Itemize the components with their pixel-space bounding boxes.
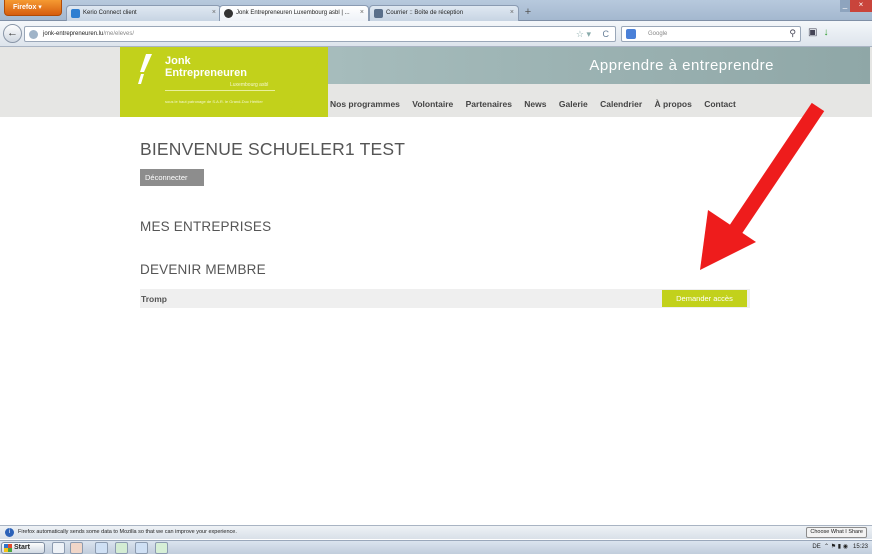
logo-divider bbox=[165, 90, 275, 91]
site-logo[interactable]: Jonk Entrepreneuren Luxembourg asbl sous… bbox=[120, 47, 328, 117]
tab-label: Jonk Entrepreneuren Luxembourg asbl | ..… bbox=[236, 10, 350, 16]
excel-icon[interactable] bbox=[115, 542, 128, 554]
logo-text-luxembourg: Luxembourg asbl bbox=[230, 82, 269, 88]
browser-tab-bar: Firefox ▾ Kerio Connect client × Jonk En… bbox=[0, 0, 872, 21]
close-icon[interactable]: × bbox=[510, 9, 514, 16]
logo-tagline: sous le haut patronage de S.A.R. le Gran… bbox=[165, 99, 263, 104]
nav-news[interactable]: News bbox=[524, 99, 546, 109]
company-row: Tromp Demander accès bbox=[140, 289, 750, 308]
tab-kerio[interactable]: Kerio Connect client × bbox=[66, 5, 221, 21]
nav-volontaire[interactable]: Volontaire bbox=[412, 99, 453, 109]
tab-label: Courrier :: Boîte de réception bbox=[386, 10, 464, 16]
tab-courrier[interactable]: Courrier :: Boîte de réception × bbox=[369, 5, 519, 21]
nav-calendrier[interactable]: Calendrier bbox=[600, 99, 642, 109]
search-icon[interactable]: ⚲ bbox=[789, 28, 796, 39]
nav-a-propos[interactable]: À propos bbox=[655, 99, 692, 109]
info-icon: i bbox=[5, 528, 14, 537]
company-name: Tromp bbox=[141, 294, 167, 304]
notification-text: Firefox automatically sends some data to… bbox=[18, 529, 237, 535]
tagline-band: Apprendre à entreprendre bbox=[328, 47, 870, 84]
page-title: BIENVENUE SCHUELER1 TEST bbox=[140, 139, 406, 159]
tab-jonk[interactable]: Jonk Entrepreneuren Luxembourg asbl | ..… bbox=[219, 5, 369, 21]
windows-logo-icon bbox=[4, 544, 12, 552]
language-indicator[interactable]: DE bbox=[812, 544, 820, 550]
navigation-toolbar: ← jonk-entrepreneuren.lu/me/eleves/ ☆ ▾ … bbox=[0, 21, 872, 47]
minimize-button[interactable]: _ bbox=[840, 0, 850, 12]
firefox-taskbar-icon[interactable] bbox=[70, 542, 83, 554]
reload-icon[interactable]: C bbox=[603, 29, 610, 39]
close-window-button[interactable]: × bbox=[850, 0, 872, 12]
red-arrow-annotation bbox=[700, 102, 825, 270]
notification-bar: i Firefox automatically sends some data … bbox=[0, 525, 872, 539]
toolbar-icons: ▣↓ bbox=[808, 27, 834, 38]
explorer-icon[interactable] bbox=[52, 542, 65, 554]
new-tab-button[interactable]: + bbox=[521, 6, 535, 20]
start-button[interactable]: Start bbox=[1, 542, 45, 554]
url-path: /me/eleves/ bbox=[103, 31, 135, 37]
search-placeholder: Google bbox=[648, 31, 668, 37]
outlook-icon[interactable] bbox=[135, 542, 148, 554]
logout-button[interactable]: Déconnecter bbox=[140, 169, 204, 186]
close-icon[interactable]: × bbox=[212, 9, 216, 16]
system-tray: DE ⌃ ⚑ ▮ ◉ 15:23 bbox=[812, 544, 868, 550]
clock[interactable]: 15:23 bbox=[853, 544, 868, 550]
back-button[interactable]: ← bbox=[3, 24, 22, 43]
start-label: Start bbox=[14, 544, 30, 551]
site-favicon-icon bbox=[224, 9, 233, 18]
mail-icon bbox=[374, 9, 383, 18]
windows-taskbar: Start DE ⌃ ⚑ ▮ ◉ 15:23 bbox=[0, 540, 872, 554]
screen: Firefox ▾ Kerio Connect client × Jonk En… bbox=[0, 0, 872, 554]
download-icon[interactable]: ↓ bbox=[823, 27, 834, 38]
search-bar[interactable]: Google ⚲ bbox=[621, 26, 801, 42]
main-navigation: Nos programmes Volontaire Partenaires Ne… bbox=[330, 99, 746, 109]
section-title-entreprises: MES ENTREPRISES bbox=[140, 219, 272, 234]
logo-text-jonk: Jonk bbox=[165, 55, 191, 67]
bookmarks-icon[interactable]: ▣ bbox=[808, 27, 823, 38]
nav-nos-programmes[interactable]: Nos programmes bbox=[330, 99, 400, 109]
nav-galerie[interactable]: Galerie bbox=[559, 99, 588, 109]
firefox-menu-button[interactable]: Firefox ▾ bbox=[4, 0, 62, 16]
logo-mark-icon bbox=[138, 54, 152, 84]
bookmark-star-icon[interactable]: ☆ ▾ bbox=[576, 29, 591, 40]
close-icon[interactable]: × bbox=[360, 9, 364, 16]
mail-icon bbox=[71, 9, 80, 18]
tab-label: Kerio Connect client bbox=[83, 10, 137, 16]
google-icon[interactable] bbox=[626, 29, 636, 39]
site-tagline: Apprendre à entreprendre bbox=[589, 57, 774, 74]
project-icon[interactable] bbox=[155, 542, 168, 554]
word-icon[interactable] bbox=[95, 542, 108, 554]
site-identity-icon[interactable] bbox=[29, 30, 38, 39]
nav-partenaires[interactable]: Partenaires bbox=[466, 99, 512, 109]
logo-text-entrepreneuren: Entrepreneuren bbox=[165, 67, 247, 79]
request-access-button[interactable]: Demander accès bbox=[662, 290, 747, 307]
url-domain: jonk-entrepreneuren.lu bbox=[43, 31, 104, 37]
section-title-membre: DEVENIR MEMBRE bbox=[140, 262, 266, 277]
choose-what-i-share-button[interactable]: Choose What I Share bbox=[806, 527, 867, 538]
url-bar[interactable]: jonk-entrepreneuren.lu/me/eleves/ ☆ ▾ C bbox=[24, 26, 616, 42]
